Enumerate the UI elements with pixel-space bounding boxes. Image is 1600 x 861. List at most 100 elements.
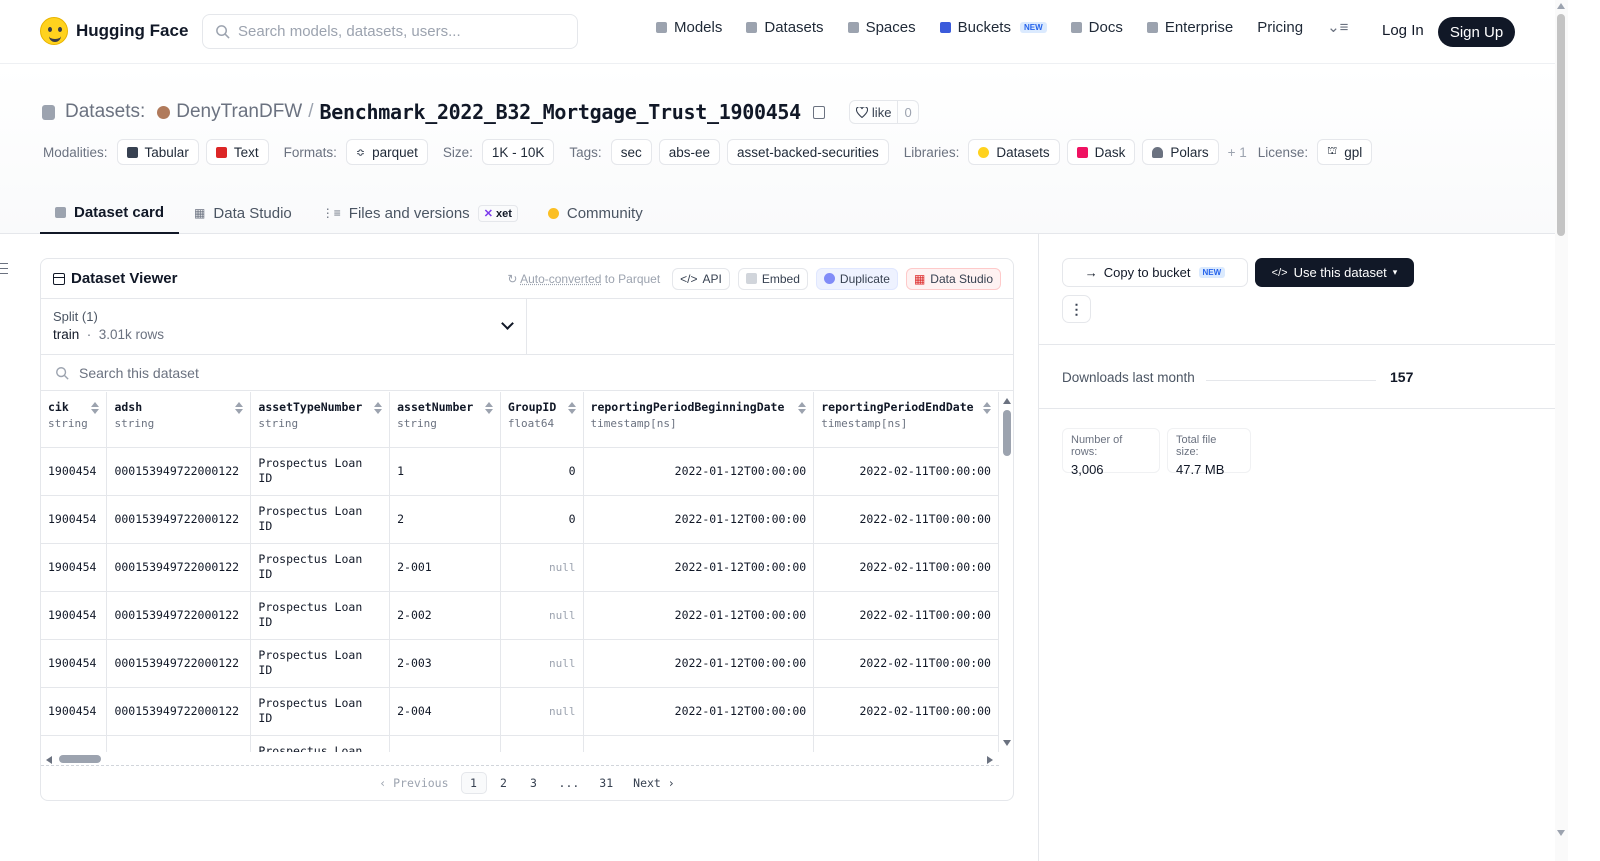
column-header-reportingPeriodEndDate[interactable]: reportingPeriodEndDate timestamp[ns] xyxy=(813,392,999,448)
global-search-input[interactable] xyxy=(238,23,558,40)
sort-icon[interactable] xyxy=(484,402,493,414)
dataset-search-input[interactable] xyxy=(79,364,479,381)
sort-icon[interactable] xyxy=(235,402,244,414)
table-cell[interactable]: 2022-01-12T00:00:00 xyxy=(583,495,815,544)
nav-docs[interactable]: Docs xyxy=(1070,19,1123,36)
table-row[interactable]: 1900454 000153949722000122 Prospectus Loan… xyxy=(41,495,999,544)
table-cell[interactable]: 2022-02-11T00:00:00 xyxy=(813,591,999,640)
table-cell[interactable]: 2-001 xyxy=(389,543,501,592)
table-cell[interactable]: Prospectus Loan ID xyxy=(250,591,391,640)
api-button[interactable]: </> API xyxy=(672,267,730,290)
table-cell[interactable]: 1900454 xyxy=(41,495,108,544)
table-cell[interactable] xyxy=(500,735,584,752)
nav-spaces[interactable]: Spaces xyxy=(847,19,916,36)
nav-enterprise[interactable]: Enterprise xyxy=(1146,19,1233,36)
tag-size[interactable]: 1K - 10K xyxy=(481,139,555,165)
table-vertical-scrollbar[interactable] xyxy=(1000,392,1013,752)
table-cell[interactable]: 2022-01-12T00:00:00 xyxy=(583,687,815,736)
table-cell[interactable]: null xyxy=(500,543,584,592)
table-cell[interactable]: 2-004 xyxy=(389,687,501,736)
table-cell[interactable]: 0 xyxy=(500,447,584,496)
dataset-search[interactable] xyxy=(41,355,1013,391)
table-cell[interactable]: 2 xyxy=(389,495,501,544)
column-header-GroupID[interactable]: GroupID float64 xyxy=(500,392,584,448)
table-cell[interactable] xyxy=(389,735,501,752)
scroll-down-icon[interactable] xyxy=(1557,830,1565,836)
nav-pricing[interactable]: Pricing xyxy=(1257,19,1303,36)
table-cell[interactable]: 2022-01-12T00:00:00 xyxy=(583,639,815,688)
scroll-thumb[interactable] xyxy=(1003,410,1011,456)
repo-type-label[interactable]: Datasets: xyxy=(65,101,145,123)
table-cell[interactable]: 000153949722000122 xyxy=(106,639,252,688)
tag-sec[interactable]: sec xyxy=(610,139,652,165)
split-selector[interactable]: Split (1) train · 3.01k rows xyxy=(41,299,527,354)
scroll-thumb[interactable] xyxy=(1557,14,1565,236)
use-this-dataset-button[interactable]: </> Use this dataset ▾ xyxy=(1255,258,1414,287)
nav-datasets[interactable]: Datasets xyxy=(746,19,824,36)
like-count[interactable]: 0 xyxy=(897,101,917,123)
table-cell[interactable]: 2-003 xyxy=(389,639,501,688)
table-cell[interactable] xyxy=(106,735,252,752)
table-cell[interactable]: 1900454 xyxy=(41,639,108,688)
table-cell[interactable]: null xyxy=(500,639,584,688)
table-cell[interactable]: 2022-01-12T00:00:00 xyxy=(583,591,815,640)
scroll-thumb[interactable] xyxy=(59,755,101,763)
tab-dataset-card[interactable]: Dataset card xyxy=(40,192,180,234)
table-cell[interactable]: 1900454 xyxy=(41,543,108,592)
table-row[interactable]: 1900454 000153949722000122 Prospectus Loan… xyxy=(41,591,999,640)
table-cell[interactable]: 1900454 xyxy=(41,447,108,496)
table-cell[interactable]: 1900454 xyxy=(41,687,108,736)
scroll-up-icon[interactable] xyxy=(1557,3,1565,9)
table-row[interactable]: Prospectus Loan xyxy=(41,735,999,752)
sort-icon[interactable] xyxy=(91,402,100,414)
table-cell[interactable]: 2022-02-11T00:00:00 xyxy=(813,687,999,736)
table-cell[interactable]: Prospectus Loan ID xyxy=(250,639,391,688)
column-header-reportingPeriodBeginningDate[interactable]: reportingPeriodBeginningDate timestamp[ns… xyxy=(583,392,815,448)
tag-library-datasets[interactable]: Datasets xyxy=(968,139,1060,165)
login-link[interactable]: Log In xyxy=(1382,22,1424,39)
tag-format-parquet[interactable]: ≎ parquet xyxy=(345,139,428,165)
table-cell[interactable]: 2022-02-11T00:00:00 xyxy=(813,495,999,544)
tag-asset-backed-securities[interactable]: asset-backed-securities xyxy=(726,139,889,165)
page-scrollbar[interactable] xyxy=(1555,0,1568,861)
tab-data-studio[interactable]: ▦ Data Studio xyxy=(179,192,307,234)
table-cell[interactable]: Prospectus Loan ID xyxy=(250,687,391,736)
copy-icon[interactable] xyxy=(812,105,825,119)
table-cell[interactable] xyxy=(41,735,108,752)
tag-library-dask[interactable]: Dask xyxy=(1066,139,1136,165)
table-cell[interactable]: 2022-01-12T00:00:00 xyxy=(583,543,815,592)
page-31-button[interactable]: 31 xyxy=(591,772,621,794)
table-cell[interactable]: 000153949722000122 xyxy=(106,591,252,640)
sort-icon[interactable] xyxy=(374,402,383,414)
scroll-left-icon[interactable] xyxy=(46,756,52,764)
table-cell[interactable]: 000153949722000122 xyxy=(106,543,252,592)
nav-models[interactable]: Models xyxy=(656,19,722,36)
table-cell[interactable]: 2022-01-12T00:00:00 xyxy=(583,447,815,496)
more-menu-icon[interactable]: ⌄≡ xyxy=(1327,18,1348,36)
table-cell[interactable] xyxy=(813,735,999,752)
tab-files-and-versions[interactable]: ⋮≡ Files and versions ✕ xet xyxy=(307,192,533,234)
table-cell[interactable]: 000153949722000122 xyxy=(106,447,252,496)
like-button[interactable]: like 0 xyxy=(848,100,919,124)
page-3-button[interactable]: 3 xyxy=(521,772,547,794)
sort-icon[interactable] xyxy=(798,402,807,414)
table-cell[interactable]: Prospectus Loan ID xyxy=(250,447,391,496)
column-header-assetTypeNumber[interactable]: assetTypeNumber string xyxy=(250,392,391,448)
sort-icon[interactable] xyxy=(567,402,576,414)
signup-button[interactable]: Sign Up xyxy=(1438,17,1515,47)
column-header-assetNumber[interactable]: assetNumber string xyxy=(389,392,501,448)
table-row[interactable]: 1900454 000153949722000122 Prospectus Loan… xyxy=(41,639,999,688)
column-header-adsh[interactable]: adsh string xyxy=(106,392,252,448)
tag-modality-tabular[interactable]: Tabular xyxy=(116,139,199,165)
copy-to-bucket-button[interactable]: → Copy to bucket NEW xyxy=(1062,258,1248,287)
more-options-button[interactable]: ⋮ xyxy=(1062,295,1091,323)
duplicate-button[interactable]: Duplicate xyxy=(815,267,898,290)
table-cell[interactable]: null xyxy=(500,591,584,640)
table-cell[interactable] xyxy=(583,735,815,752)
embed-button[interactable]: Embed xyxy=(737,267,808,290)
table-cell[interactable]: Prospectus Loan xyxy=(250,735,391,752)
table-row[interactable]: 1900454 000153949722000122 Prospectus Loan… xyxy=(41,687,999,736)
scroll-down-icon[interactable] xyxy=(1003,740,1011,746)
table-cell[interactable]: Prospectus Loan ID xyxy=(250,495,391,544)
table-cell[interactable]: 000153949722000122 xyxy=(106,495,252,544)
